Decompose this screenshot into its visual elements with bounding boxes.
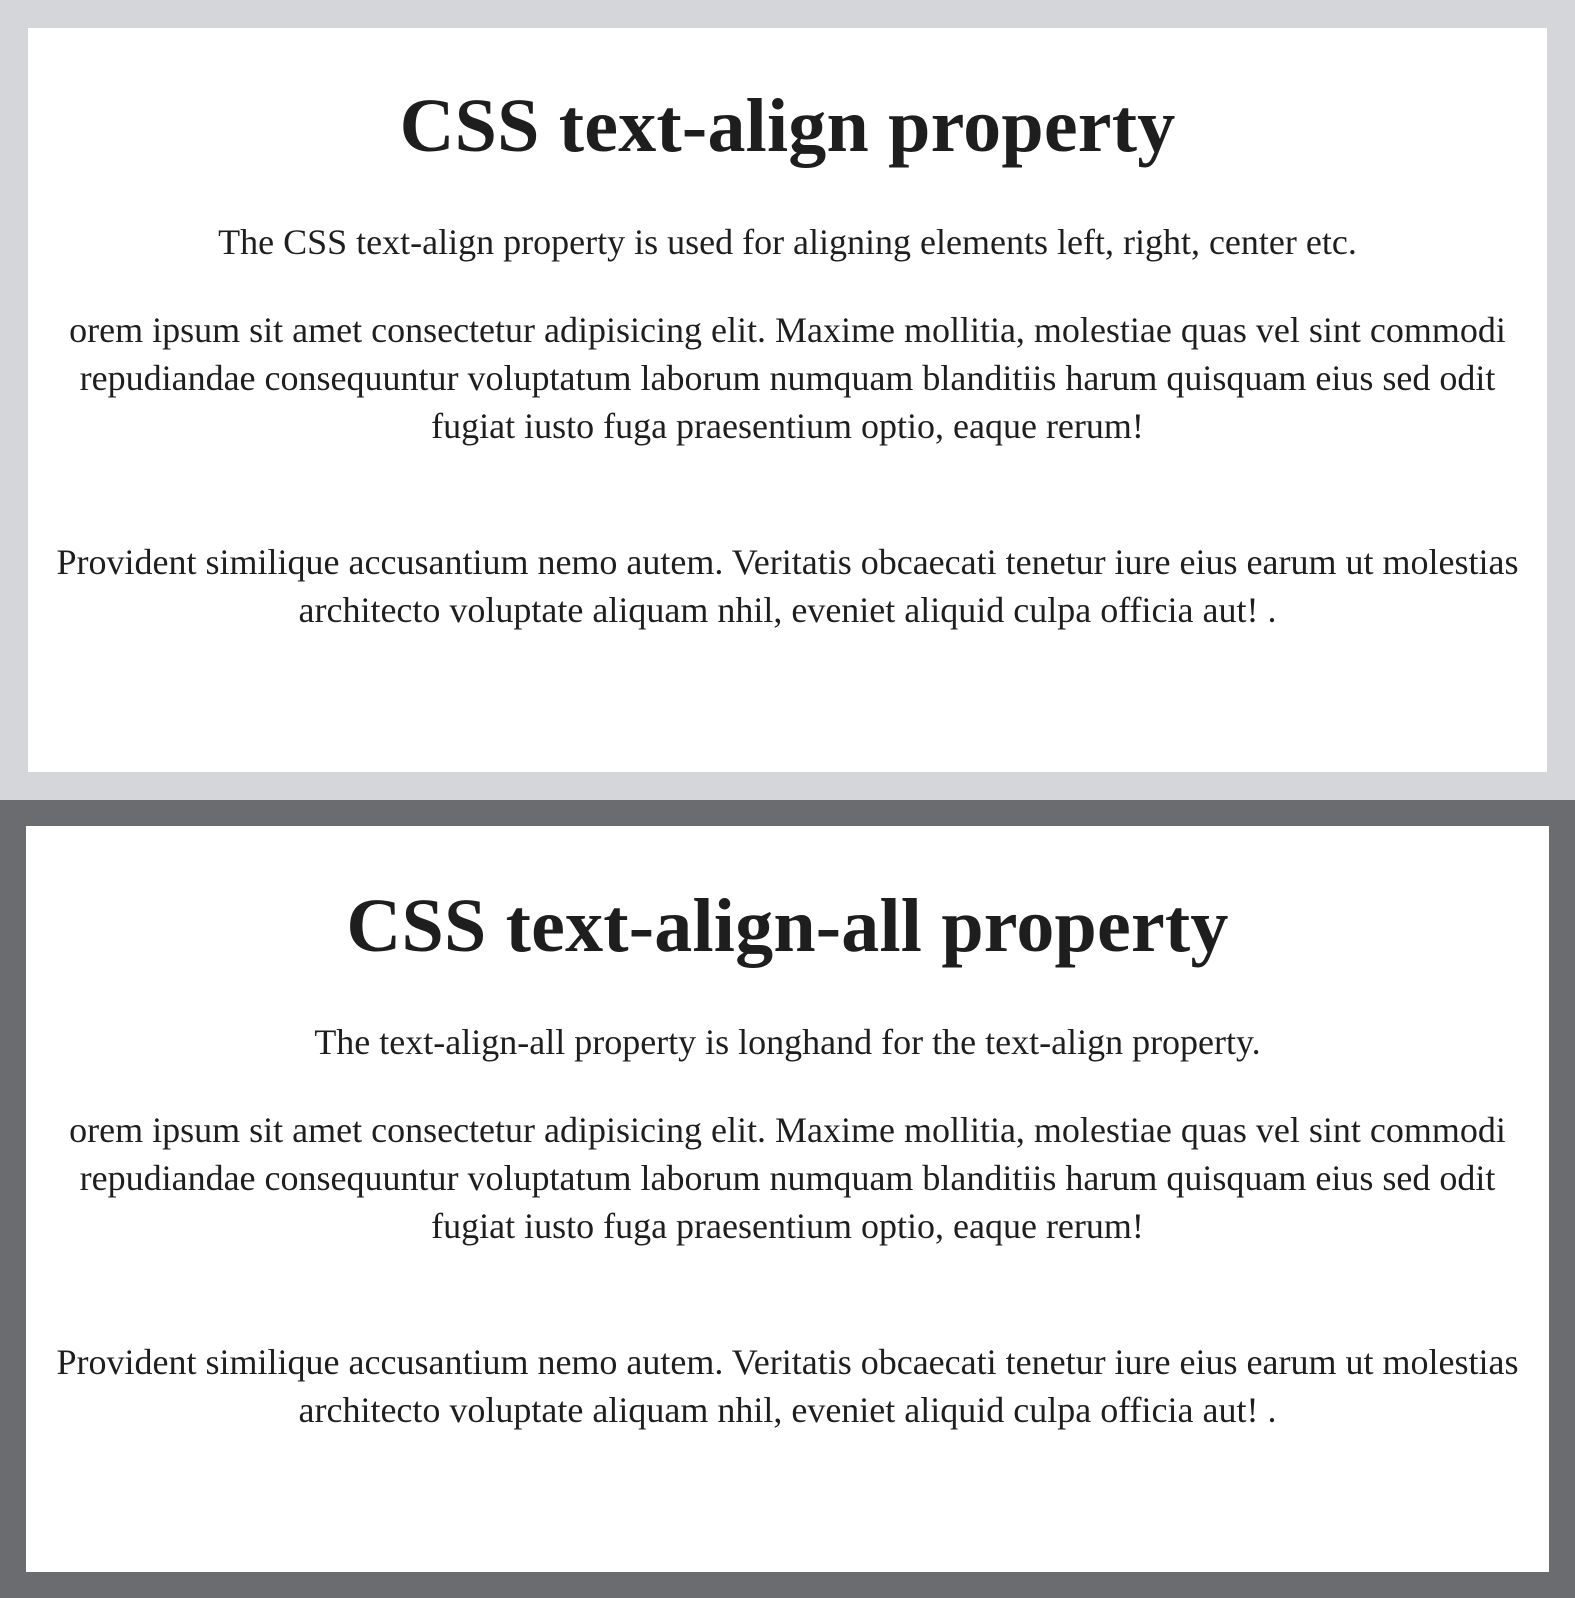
lorem-paragraph-2: Provident similique accusantium nemo aut… [56, 1342, 1519, 1430]
lorem-paragraph-1: orem ipsum sit amet consectetur adipisic… [69, 1110, 1506, 1246]
section-heading: CSS text-align property [399, 84, 1176, 168]
text-align-all-panel: CSS text-align-all property The text-ali… [0, 800, 1575, 1598]
text-align-panel: CSS text-align property The CSS text-ali… [0, 0, 1575, 800]
lorem-paragraph-1: orem ipsum sit amet consectetur adipisic… [69, 310, 1506, 446]
section-intro: The text-align-all property is longhand … [314, 1022, 1261, 1062]
section-heading: CSS text-align-all property [346, 884, 1229, 968]
section-intro: The CSS text-align property is used for … [218, 222, 1357, 262]
lorem-paragraph-2: Provident similique accusantium nemo aut… [56, 542, 1519, 630]
